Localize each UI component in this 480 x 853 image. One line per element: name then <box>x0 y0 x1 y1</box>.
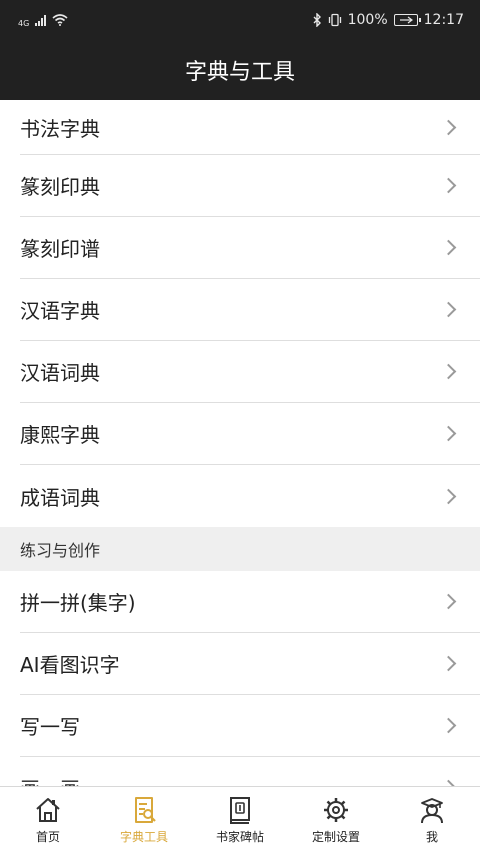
battery-percent: 100% <box>347 12 388 28</box>
list-item-calligraphy-dictionary[interactable]: 书法字典 <box>20 100 480 155</box>
list-item-kangxi-dictionary[interactable]: 康熙字典 <box>20 403 480 465</box>
status-right: 100% 12:17 <box>312 12 464 28</box>
list-item-idiom-dictionary[interactable]: 成语词典 <box>20 465 480 527</box>
list-item-label: 汉语词典 <box>20 361 100 385</box>
chevron-right-icon <box>440 119 457 135</box>
gear-icon <box>324 798 348 822</box>
tab-label: 我 <box>425 830 438 844</box>
list-item-label: 汉语字典 <box>20 299 100 323</box>
page-title-bar: 字典与工具 <box>0 40 480 100</box>
list-item-label: AI看图识字 <box>20 653 120 677</box>
list-item-label: 书法字典 <box>20 116 100 141</box>
list-item-ai-recognize[interactable]: AI看图识字 <box>20 633 480 695</box>
list-item-label: 写一写 <box>20 715 80 739</box>
content-list[interactable]: 书法字典 篆刻印典 篆刻印谱 汉语字典 汉语词典 康熙字典 成语词典 练习与创作… <box>0 100 480 786</box>
user-icon <box>421 798 443 824</box>
tab-label: 书家碑帖 <box>215 830 264 844</box>
tab-custom-settings[interactable]: 定制设置 <box>288 787 384 853</box>
tab-label: 字典工具 <box>119 830 168 844</box>
tab-home[interactable]: 首页 <box>0 787 96 853</box>
chevron-right-icon <box>440 363 457 380</box>
status-bar: 4G 100% 12:17 <box>0 0 480 40</box>
list-item-label: 拼一拼(集字) <box>20 591 136 615</box>
list-item-label: 篆刻印典 <box>20 175 100 199</box>
chevron-right-icon <box>440 425 457 442</box>
list-item-seal-catalog[interactable]: 篆刻印谱 <box>20 217 480 279</box>
list-item-label: 篆刻印谱 <box>20 237 100 261</box>
chevron-right-icon <box>440 488 457 504</box>
network-type: 4G <box>18 19 30 28</box>
list-item-label: 康熙字典 <box>20 423 100 447</box>
book-icon <box>230 797 250 824</box>
tab-dictionary-tools[interactable]: 字典工具 <box>96 787 192 853</box>
chevron-right-icon <box>440 593 457 610</box>
vibrate-icon <box>328 13 341 27</box>
list-item-chinese-character-dictionary[interactable]: 汉语字典 <box>20 279 480 341</box>
chevron-right-icon <box>440 301 457 318</box>
page-title: 字典与工具 <box>184 60 295 85</box>
bottom-tab-bar: 首页 字典工具 书家碑帖 定制设置 我 <box>0 786 480 853</box>
list-item-collect-characters[interactable]: 拼一拼(集字) <box>20 571 480 633</box>
list-item-label: 画一画 <box>20 773 80 786</box>
dictionary-icon <box>135 797 156 823</box>
signal-icon <box>35 14 47 26</box>
tab-me[interactable]: 我 <box>384 787 480 853</box>
tab-label: 首页 <box>35 830 60 844</box>
list-item-chinese-word-dictionary[interactable]: 汉语词典 <box>20 341 480 403</box>
clock: 12:17 <box>423 12 464 28</box>
status-left: 4G <box>18 12 68 28</box>
list-item-label: 成语词典 <box>20 485 100 510</box>
home-icon <box>36 798 60 822</box>
chevron-right-icon <box>440 239 457 256</box>
chevron-right-icon <box>440 177 457 194</box>
list-item-draw[interactable]: 画一画 <box>20 757 480 786</box>
bluetooth-icon <box>313 13 321 27</box>
wifi-icon <box>52 14 68 26</box>
list-item-seal-dictionary[interactable]: 篆刻印典 <box>20 155 480 217</box>
list-item-write[interactable]: 写一写 <box>20 695 480 757</box>
tab-calligraphers[interactable]: 书家碑帖 <box>192 787 288 853</box>
chevron-right-icon <box>440 717 457 734</box>
battery-icon <box>393 14 421 26</box>
chevron-right-icon <box>440 655 457 672</box>
tab-label: 定制设置 <box>311 830 360 844</box>
section-header-practice: 练习与创作 <box>0 527 480 571</box>
